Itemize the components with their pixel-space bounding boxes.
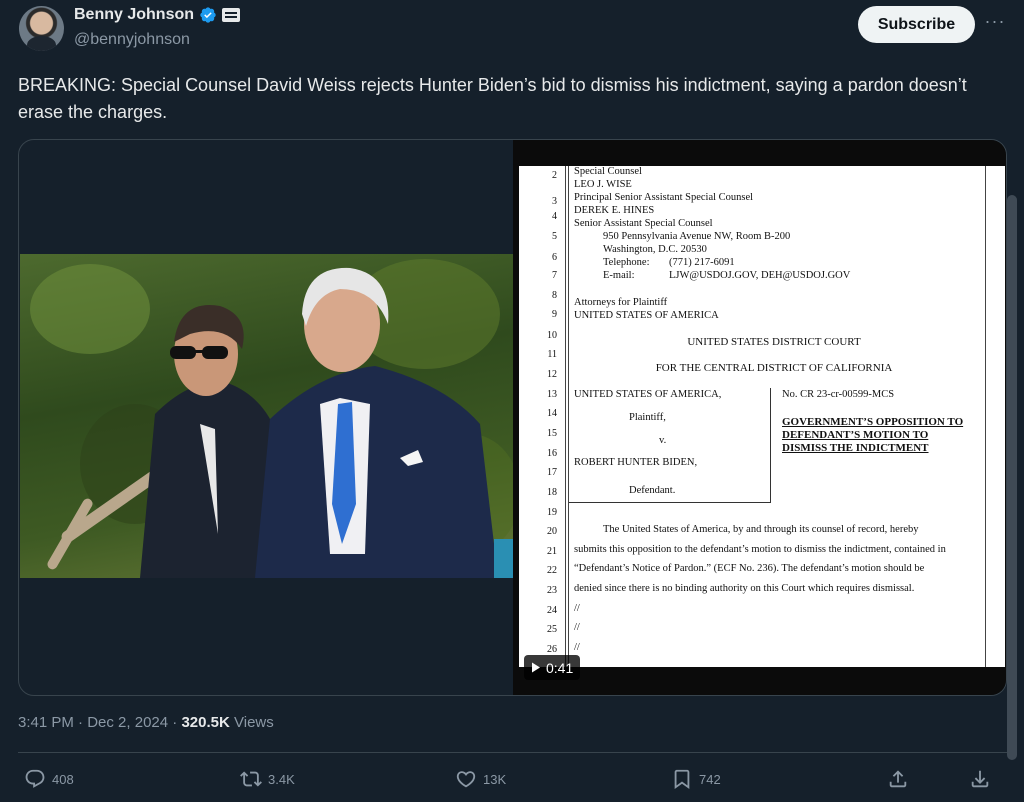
plaintiff-name: UNITED STATES OF AMERICA, <box>574 389 722 400</box>
bookmark-button[interactable]: 742 <box>671 768 721 790</box>
line-number: 3 <box>552 196 557 207</box>
court-district: FOR THE CENTRAL DISTRICT OF CALIFORNIA <box>655 362 893 374</box>
line-number: 9 <box>552 309 557 320</box>
meta-separator: · <box>172 714 178 731</box>
reply-button[interactable]: 408 <box>24 768 74 790</box>
like-button[interactable]: 13K <box>455 768 506 790</box>
case-number: No. CR 23-cr-00599-MCS <box>782 389 895 400</box>
affiliation-badge-icon[interactable] <box>222 8 241 22</box>
bookmark-count: 742 <box>699 771 721 787</box>
download-icon <box>971 770 989 788</box>
share-icon <box>889 770 907 788</box>
scrollbar[interactable] <box>1007 195 1017 760</box>
line-number: 4 <box>552 211 557 222</box>
court-name: UNITED STATES DISTRICT COURT <box>687 336 861 348</box>
line-number: 23 <box>547 585 557 596</box>
video-duration: 0:41 <box>546 659 574 676</box>
line-number: 5 <box>552 231 557 242</box>
doc-line: E-mail: <box>603 270 635 281</box>
avatar[interactable] <box>19 6 64 51</box>
line-number: 13 <box>547 389 557 400</box>
line-number: 19 <box>547 507 557 518</box>
body-line: “Defendant’s Notice of Pardon.” (ECF No.… <box>574 563 925 574</box>
defendant-label: Defendant. <box>629 485 676 496</box>
doc-line: Attorneys for Plaintiff <box>574 297 668 308</box>
line-number: 16 <box>547 448 557 459</box>
author-handle[interactable]: @bennyjohnson <box>74 31 190 49</box>
line-number: 7 <box>552 270 557 281</box>
author-name[interactable]: Benny Johnson <box>74 6 194 24</box>
repost-button[interactable]: 3.4K <box>240 768 295 790</box>
defendant-name: ROBERT HUNTER BIDEN, <box>574 457 698 468</box>
repost-icon <box>240 771 262 787</box>
share-button[interactable] <box>887 768 909 790</box>
play-icon <box>532 662 540 673</box>
reply-icon <box>25 769 45 788</box>
more-options-icon[interactable]: ··· <box>984 12 1006 34</box>
doc-line: (771) 217-6091 <box>669 257 735 268</box>
reply-count: 408 <box>52 771 74 787</box>
repost-count: 3.4K <box>268 771 295 787</box>
photo-thumbnail[interactable] <box>20 254 513 578</box>
line-number: 15 <box>547 428 557 439</box>
doc-line: Telephone: <box>603 257 650 268</box>
doc-line: 950 Pennsylvania Avenue NW, Room B-200 <box>603 231 791 242</box>
tweet-meta: 3:41 PM · Dec 2, 2024 · 320.5K Views <box>18 714 274 731</box>
video-player[interactable]: 2 3 4 5 6 7 8 9 10 11 12 13 14 15 16 17 … <box>513 140 1006 695</box>
doc-line: Principal Senior Assistant Special Couns… <box>574 192 754 203</box>
views-label: Views <box>234 714 274 731</box>
like-count: 13K <box>483 771 507 787</box>
media-container[interactable]: 2 3 4 5 6 7 8 9 10 11 12 13 14 15 16 17 … <box>18 139 1007 696</box>
line-number: 2 <box>552 170 557 181</box>
line-number: 17 <box>547 467 557 478</box>
plaintiff-label: Plaintiff, <box>629 412 666 423</box>
line-number: 22 <box>547 565 557 576</box>
download-button[interactable] <box>969 768 991 790</box>
body-line: // <box>574 622 580 633</box>
line-number: 20 <box>547 526 557 537</box>
line-number: 10 <box>547 330 557 341</box>
line-number: 18 <box>547 487 557 498</box>
line-number: 14 <box>547 408 557 419</box>
line-number: 25 <box>547 624 557 635</box>
body-line: The United States of America, by and thr… <box>603 524 919 535</box>
versus-label: v. <box>659 435 667 446</box>
video-duration-badge[interactable]: 0:41 <box>524 655 581 680</box>
line-number: 12 <box>547 369 557 380</box>
line-number: 26 <box>547 644 557 655</box>
tweet-time[interactable]: 3:41 PM <box>18 714 74 731</box>
doc-line: UNITED STATES OF AMERICA <box>574 310 719 321</box>
line-number: 11 <box>547 349 557 360</box>
body-line: denied since there is no binding authori… <box>574 583 915 594</box>
views-count: 320.5K <box>181 714 230 731</box>
line-number: 24 <box>547 605 557 616</box>
author-row: Benny Johnson <box>74 6 241 24</box>
doc-line: LJW@USDOJ.GOV, DEH@USDOJ.GOV <box>669 270 851 281</box>
divider <box>18 752 1008 753</box>
line-number: 6 <box>552 252 557 263</box>
doc-line: LEO J. WISE <box>574 179 632 190</box>
doc-line: Special Counsel <box>574 166 642 177</box>
tweet-text: BREAKING: Special Counsel David Weiss re… <box>18 75 967 122</box>
line-number: 21 <box>547 546 557 557</box>
heart-icon <box>456 771 476 788</box>
tweet-date[interactable]: Dec 2, 2024 <box>87 714 168 731</box>
line-number: 8 <box>552 290 557 301</box>
bookmark-icon <box>674 769 690 790</box>
body-line: // <box>574 603 580 614</box>
doc-line: DEREK E. HINES <box>574 205 655 216</box>
people-illustration <box>140 267 513 578</box>
meta-separator: · <box>78 714 84 731</box>
doc-line: Washington, D.C. 20530 <box>603 244 707 255</box>
body-line: // <box>574 642 580 653</box>
filing-title: GOVERNMENT’S OPPOSITION TO DEFENDANT’S M… <box>782 416 964 454</box>
subscribe-button[interactable]: Subscribe <box>858 6 975 43</box>
verified-badge-icon <box>200 7 216 23</box>
body-line: submits this opposition to the defendant… <box>574 544 946 555</box>
court-document-frame: 2 3 4 5 6 7 8 9 10 11 12 13 14 15 16 17 … <box>519 166 1005 667</box>
doc-line: Senior Assistant Special Counsel <box>574 218 713 229</box>
